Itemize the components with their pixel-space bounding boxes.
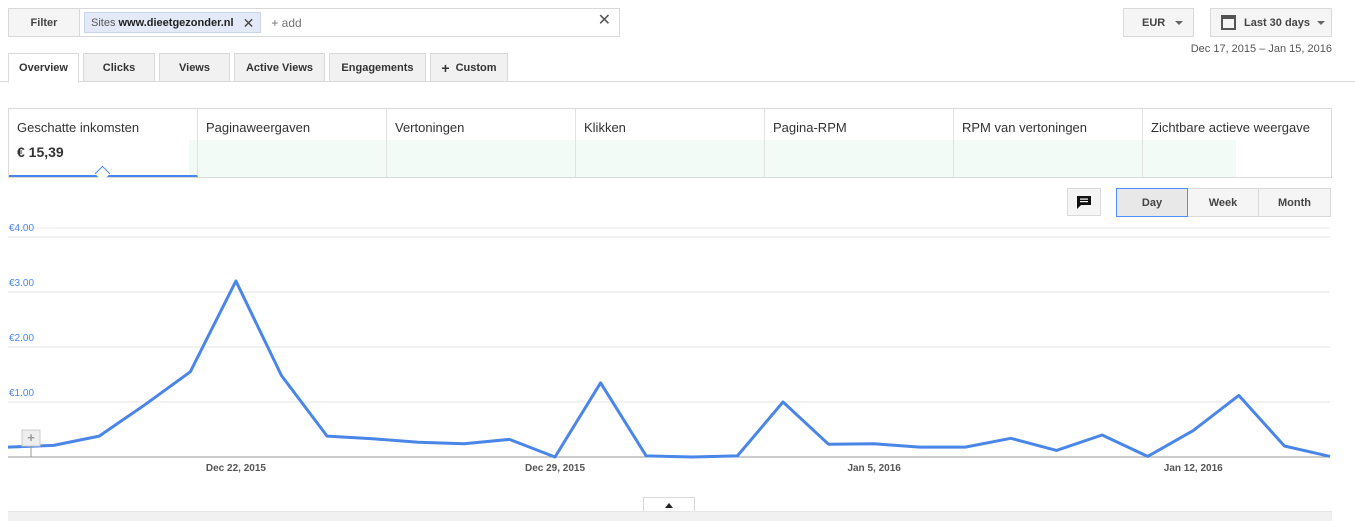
tab-active-views[interactable]: Active Views	[234, 53, 325, 82]
metric-label: Klikken	[584, 120, 626, 135]
metric-label: Geschatte inkomsten	[17, 120, 140, 135]
plus-icon: +	[441, 59, 450, 76]
metric-label: Pagina-RPM	[773, 120, 847, 135]
tab-label: Clicks	[102, 61, 136, 74]
metric-estimated-earnings[interactable]: Geschatte inkomsten € 15,39	[9, 109, 198, 177]
bottom-panel	[8, 511, 1332, 521]
tab-label: Views	[179, 61, 210, 74]
x-tick-label: Dec 29, 2015	[525, 463, 585, 474]
metric-label: Vertoningen	[395, 120, 465, 135]
report-tabs: Overview Clicks Views Active Views Engag…	[0, 53, 1355, 83]
metric-label: Paginaweergaven	[206, 120, 311, 135]
filter-chip-sites[interactable]: Sites www.dieetgezonder.nl ✕	[84, 12, 262, 33]
currency-select[interactable]: EUR	[1123, 8, 1194, 37]
close-icon[interactable]: ✕	[598, 13, 611, 29]
tab-label: Active Views	[245, 61, 314, 74]
tab-custom[interactable]: + Custom	[430, 53, 508, 82]
calendar-icon	[1221, 15, 1236, 30]
y-tick-label: €3.00	[9, 278, 34, 289]
filter-bar: Filter Sites www.dieetgezonder.nl ✕ ✕	[8, 8, 620, 37]
tab-label: Overview	[19, 62, 68, 74]
metric-impression-rpm[interactable]: RPM van vertoningen	[954, 109, 1143, 177]
chevron-up-icon	[665, 503, 673, 508]
remove-chip-icon[interactable]: ✕	[243, 16, 255, 30]
metric-label: Zichtbare actieve weergave	[1151, 120, 1310, 135]
chevron-down-icon	[1317, 21, 1325, 25]
date-range-label: Last 30 days	[1244, 16, 1311, 29]
metrics-panel: Geschatte inkomsten € 15,39 Paginaweerga…	[8, 108, 1332, 178]
granularity-month-button[interactable]: Month	[1258, 188, 1331, 217]
tab-engagements[interactable]: Engagements	[329, 53, 426, 82]
metric-impressions[interactable]: Vertoningen	[387, 109, 576, 177]
metric-clicks[interactable]: Klikken	[576, 109, 765, 177]
granularity-week-button[interactable]: Week	[1187, 188, 1259, 217]
chip-value: www.dieetgezonder.nl	[118, 16, 234, 29]
metric-value: € 15,39	[17, 144, 64, 160]
metric-active-view-viewable[interactable]: Zichtbare actieve weergave	[1143, 109, 1331, 177]
y-tick-label: €1.00	[9, 388, 34, 399]
metric-page-rpm[interactable]: Pagina-RPM	[765, 109, 954, 177]
series-line	[7, 279, 1331, 459]
x-tick-label: Jan 5, 2016	[847, 463, 901, 474]
earnings-line-chart: €1.00 €2.00 €3.00 €4.00 Dec 22, 2015 Dec 29, …	[7, 223, 1331, 474]
tab-label: Custom	[455, 61, 497, 74]
y-tick-label: €2.00	[9, 333, 34, 344]
metric-page-views[interactable]: Paginaweergaven	[198, 109, 387, 177]
currency-label: EUR	[1142, 16, 1166, 29]
chevron-down-icon	[1175, 21, 1183, 25]
tab-clicks[interactable]: Clicks	[83, 53, 155, 82]
y-tick-label: €4.00	[9, 223, 34, 234]
chip-key: Sites	[91, 16, 116, 29]
tab-views[interactable]: Views	[159, 53, 230, 82]
x-tick-label: Jan 12, 2016	[1164, 463, 1223, 474]
annotations-button[interactable]	[1067, 188, 1101, 216]
granularity-day-button[interactable]: Day	[1116, 188, 1188, 217]
tab-overview[interactable]: Overview	[8, 53, 79, 83]
tab-label: Engagements	[341, 61, 414, 74]
x-tick-label: Dec 22, 2015	[206, 463, 266, 474]
granularity-toggle: Day Week Month	[1116, 188, 1331, 217]
date-range-select[interactable]: Last 30 days	[1210, 8, 1332, 37]
plus-icon: +	[27, 430, 35, 445]
add-filter-input[interactable]	[271, 15, 472, 30]
comment-icon	[1077, 195, 1091, 209]
metric-label: RPM van vertoningen	[962, 120, 1088, 135]
filter-button[interactable]: Filter	[9, 9, 80, 36]
